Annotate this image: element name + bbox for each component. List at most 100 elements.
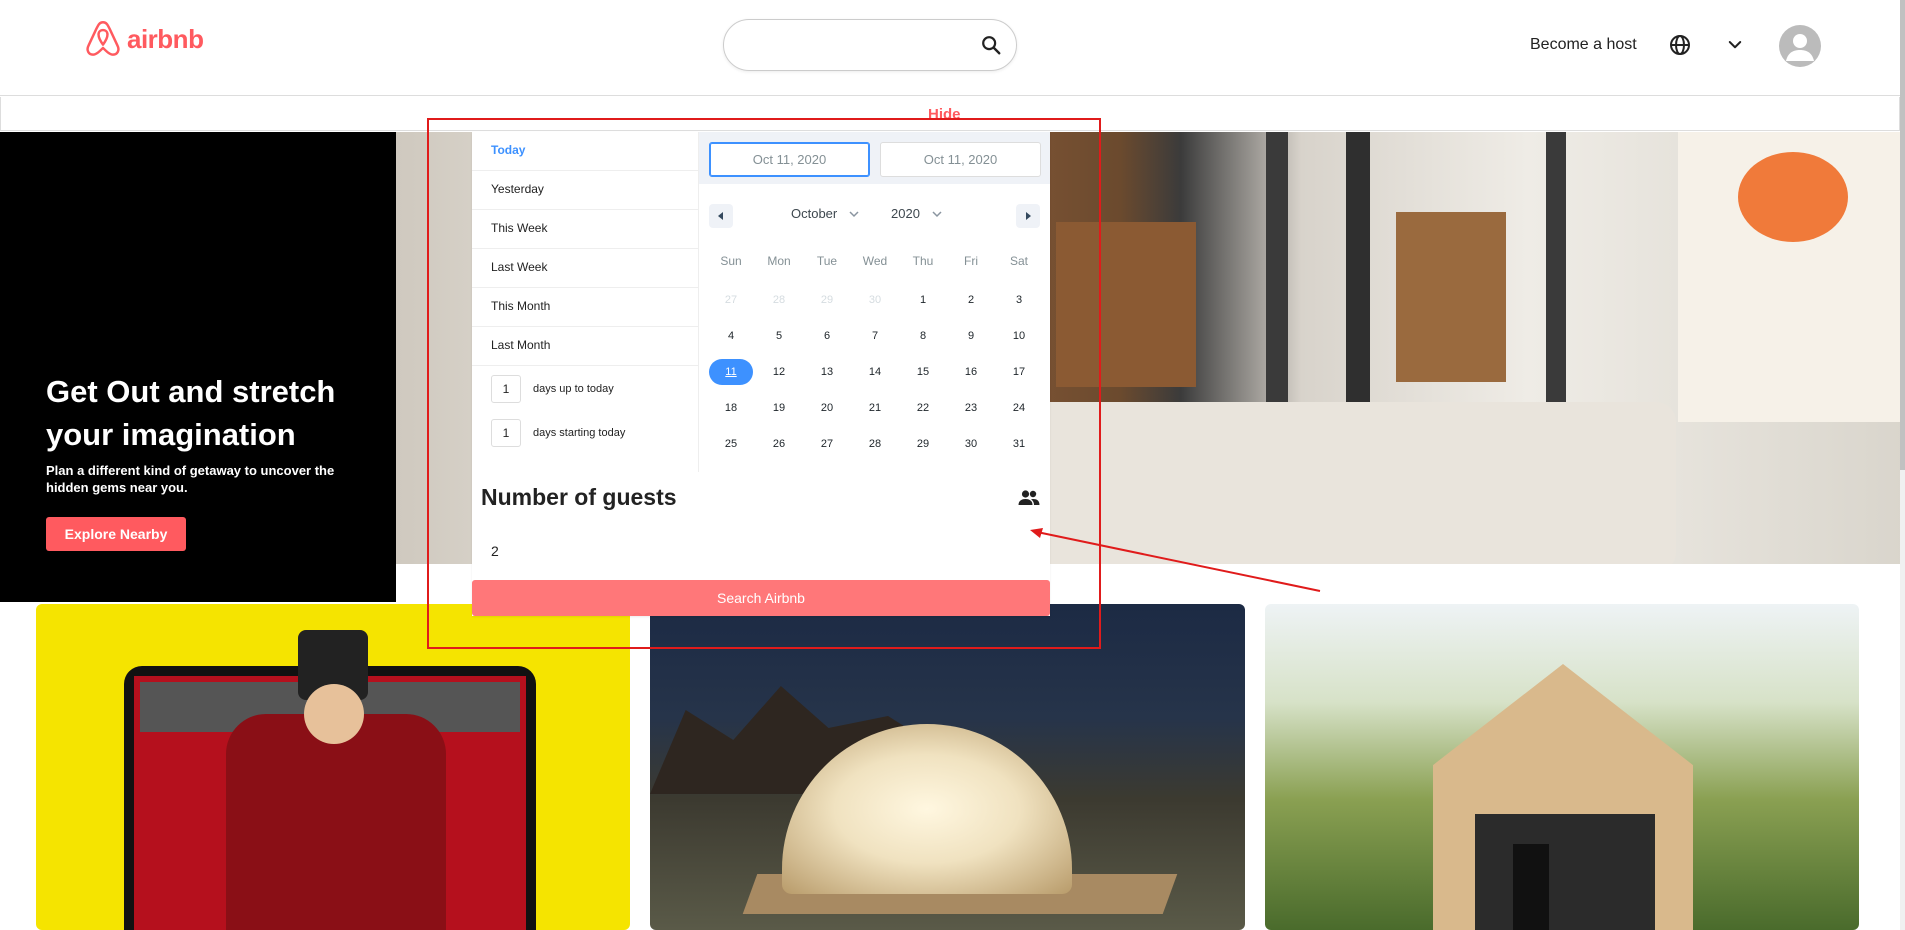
day-cell[interactable]: 13 xyxy=(803,354,851,390)
day-cell[interactable]: 24 xyxy=(995,390,1043,426)
day-cell[interactable]: 20 xyxy=(803,390,851,426)
range-last-month[interactable]: Last Month xyxy=(472,327,698,366)
experience-card-dome[interactable] xyxy=(650,604,1245,930)
start-date-field[interactable]: Oct 11, 2020 xyxy=(709,142,870,177)
top-header: airbnb Become a host xyxy=(0,0,1900,96)
search-bar[interactable] xyxy=(723,19,1017,71)
day-cell[interactable]: 28 xyxy=(851,426,899,462)
day-number: 11 xyxy=(709,359,753,385)
day-number: 27 xyxy=(820,438,834,450)
day-cell[interactable]: 22 xyxy=(899,390,947,426)
prev-month-button[interactable] xyxy=(709,204,733,228)
day-cell[interactable]: 18 xyxy=(707,390,755,426)
hero-post xyxy=(1346,132,1370,432)
brand-name: airbnb xyxy=(127,23,204,54)
day-number: 30 xyxy=(964,438,978,450)
hero-artwork xyxy=(1678,132,1905,422)
day-cell-selected[interactable]: 11 xyxy=(707,354,755,390)
day-cell[interactable]: 12 xyxy=(755,354,803,390)
user-icon xyxy=(1786,34,1814,61)
days-up-to-today-label: days up to today xyxy=(533,383,614,395)
static-ranges: Today Yesterday This Week Last Week This… xyxy=(472,132,699,472)
day-cell[interactable]: 26 xyxy=(755,426,803,462)
weekday-label: Mon xyxy=(767,254,791,268)
date-display: Oct 11, 2020 Oct 11, 2020 xyxy=(699,132,1050,184)
day-number: 14 xyxy=(868,366,882,378)
day-cell[interactable]: 25 xyxy=(707,426,755,462)
day-cell[interactable]: 29 xyxy=(899,426,947,462)
chevron-down-icon xyxy=(932,210,942,217)
day-cell[interactable]: 8 xyxy=(899,318,947,354)
calendar: Oct 11, 2020 Oct 11, 2020 October 2020 S… xyxy=(699,132,1050,472)
user-avatar[interactable] xyxy=(1779,25,1821,67)
experience-card-online[interactable] xyxy=(36,604,630,930)
day-number: 18 xyxy=(724,402,738,414)
become-host-link[interactable]: Become a host xyxy=(1530,36,1637,54)
search-icon[interactable] xyxy=(980,34,1002,56)
day-cell[interactable]: 21 xyxy=(851,390,899,426)
card-image-face xyxy=(304,684,364,744)
input-range-up-to-today: days up to today xyxy=(472,368,698,410)
days-starting-today-input[interactable] xyxy=(491,419,521,447)
day-number: 6 xyxy=(823,330,831,342)
guests-input[interactable] xyxy=(472,534,1050,568)
day-cell[interactable]: 15 xyxy=(899,354,947,390)
hero-title: Get Out and stretch your imagination xyxy=(46,374,336,452)
days-starting-today-label: days starting today xyxy=(533,427,626,439)
day-cell[interactable]: 19 xyxy=(755,390,803,426)
experience-card-cabin[interactable] xyxy=(1265,604,1859,930)
range-yesterday[interactable]: Yesterday xyxy=(472,171,698,210)
chevron-down-icon[interactable] xyxy=(1726,36,1744,54)
page-scrollbar-thumb[interactable] xyxy=(1900,0,1905,470)
day-cell[interactable]: 5 xyxy=(755,318,803,354)
globe-icon[interactable] xyxy=(1668,33,1692,57)
weekday-label: Sat xyxy=(1009,254,1028,268)
day-cell[interactable]: 6 xyxy=(803,318,851,354)
day-number: 9 xyxy=(967,330,975,342)
day-number: 23 xyxy=(964,402,978,414)
hero-wall-panel xyxy=(1396,212,1506,382)
days-up-to-today-input[interactable] xyxy=(491,375,521,403)
year-select[interactable]: 2020 xyxy=(891,206,942,221)
day-cell[interactable]: 7 xyxy=(851,318,899,354)
day-number: 25 xyxy=(724,438,738,450)
day-cell[interactable]: 14 xyxy=(851,354,899,390)
day-number: 2 xyxy=(967,294,975,306)
explore-nearby-button[interactable]: Explore Nearby xyxy=(46,517,186,551)
day-cell[interactable]: 17 xyxy=(995,354,1043,390)
day-number: 17 xyxy=(1012,366,1026,378)
day-cell[interactable]: 29 xyxy=(803,282,851,318)
hide-link[interactable]: Hide xyxy=(928,106,961,123)
next-month-button[interactable] xyxy=(1016,204,1040,228)
day-cell[interactable]: 30 xyxy=(851,282,899,318)
month-select[interactable]: October xyxy=(791,206,859,221)
airbnb-logo-icon xyxy=(86,21,120,56)
day-number: 13 xyxy=(820,366,834,378)
day-cell[interactable]: 31 xyxy=(995,426,1043,462)
search-airbnb-button[interactable]: Search Airbnb xyxy=(472,580,1050,616)
day-cell[interactable]: 23 xyxy=(947,390,995,426)
range-last-week[interactable]: Last Week xyxy=(472,249,698,288)
day-number: 1 xyxy=(919,294,927,306)
day-cell[interactable]: 16 xyxy=(947,354,995,390)
day-cell[interactable]: 4 xyxy=(707,318,755,354)
day-number: 10 xyxy=(1012,330,1026,342)
range-this-week[interactable]: This Week xyxy=(472,210,698,249)
caret-left-icon xyxy=(718,212,723,220)
range-this-month[interactable]: This Month xyxy=(472,288,698,327)
range-today[interactable]: Today xyxy=(472,132,698,171)
day-cell[interactable]: 9 xyxy=(947,318,995,354)
month-select-value: October xyxy=(791,206,838,221)
card-image-cabin-facade xyxy=(1475,814,1655,930)
day-cell[interactable]: 28 xyxy=(755,282,803,318)
day-cell[interactable]: 3 xyxy=(995,282,1043,318)
end-date-field[interactable]: Oct 11, 2020 xyxy=(880,142,1041,177)
day-cell[interactable]: 27 xyxy=(803,426,851,462)
day-cell[interactable]: 2 xyxy=(947,282,995,318)
day-grid: 27 28 29 30 1 2 3 4 5 6 7 8 9 10 11 12 13 14 15 16 17 18 19 20 2… xyxy=(707,282,1043,462)
airbnb-logo[interactable]: airbnb xyxy=(85,20,204,58)
day-cell[interactable]: 27 xyxy=(707,282,755,318)
day-cell[interactable]: 1 xyxy=(899,282,947,318)
day-cell[interactable]: 10 xyxy=(995,318,1043,354)
day-cell[interactable]: 30 xyxy=(947,426,995,462)
